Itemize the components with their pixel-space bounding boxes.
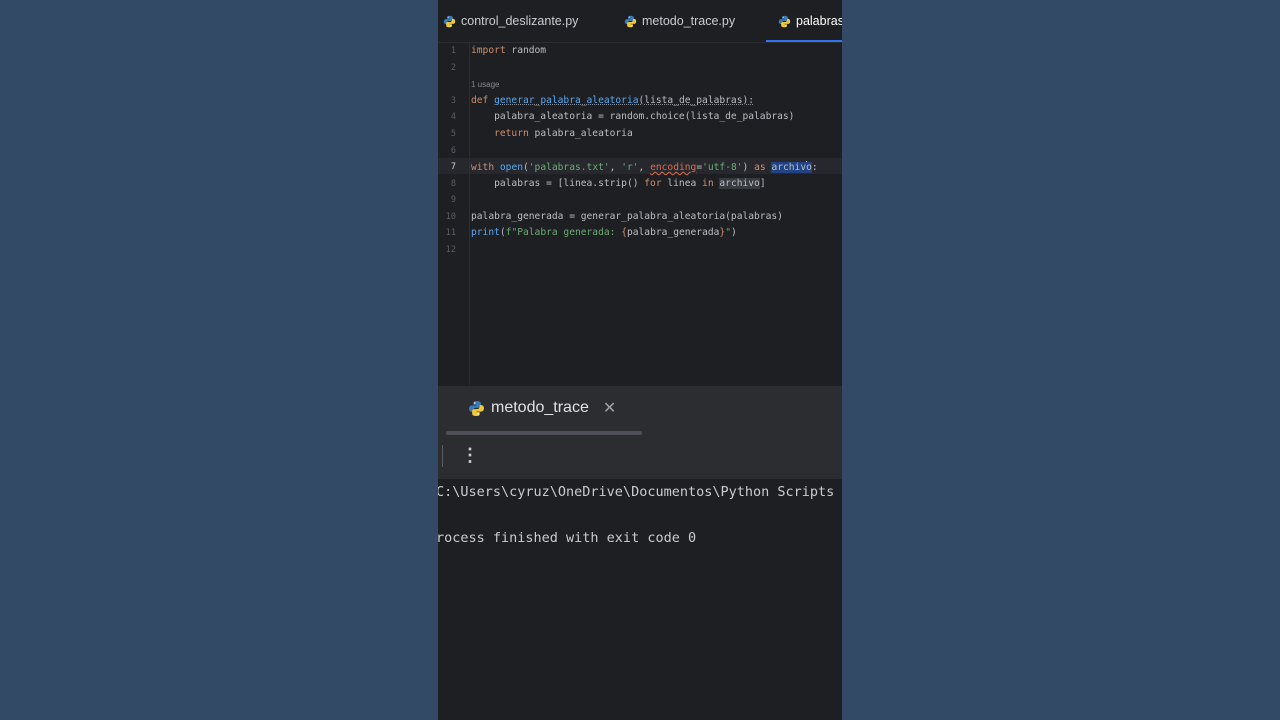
code-line-3: def generar_palabra_aleatoria(lista_de_p… xyxy=(471,95,754,106)
ide-window: control_deslizante.py metodo_trace.py pa… xyxy=(438,0,842,720)
line-number: 2 xyxy=(450,63,456,73)
run-tab-label: metodo_trace xyxy=(491,399,589,416)
code-text: ) xyxy=(730,227,737,238)
selected-variable: archiv xyxy=(771,162,807,173)
code-text: (lista_de_palabras): xyxy=(638,95,755,106)
run-panel: metodo_trace ✕ ⋮ C:\Users\cyruz\OneDrive… xyxy=(438,386,842,720)
variable-usage-highlight: archivo xyxy=(719,178,760,189)
python-icon xyxy=(443,15,456,28)
run-tab[interactable]: metodo_trace ✕ xyxy=(468,395,616,421)
keyword: in xyxy=(702,178,714,189)
python-icon xyxy=(624,15,637,28)
tab-control-deslizante[interactable]: control_deslizante.py xyxy=(443,0,578,42)
python-icon xyxy=(468,400,485,417)
line-number: 6 xyxy=(450,146,456,156)
tab-label: control_deslizante.py xyxy=(461,14,579,28)
builtin-function: print xyxy=(471,227,500,238)
code-line-10: palabra_generada = generar_palabra_aleat… xyxy=(471,211,783,222)
code-text: ] xyxy=(759,178,766,189)
gutter-divider xyxy=(469,43,470,385)
code-line-11: print(f"Palabra generada: {palabra_gener… xyxy=(471,227,737,238)
console-output-line: C:\Users\cyruz\OneDrive\Documentos\Pytho… xyxy=(438,484,835,500)
string-literal: f"Palabra generada: xyxy=(505,227,622,238)
console-output-line: rocess finished with exit code 0 xyxy=(438,530,697,546)
code-text: ) xyxy=(742,162,755,173)
keyword: def xyxy=(471,95,495,106)
line-number: 4 xyxy=(450,112,456,122)
string-literal: 'palabras.txt' xyxy=(528,162,610,173)
line-number: 12 xyxy=(445,245,456,255)
keyword: as xyxy=(754,162,766,173)
line-number: 1 xyxy=(450,46,456,56)
line-number: 9 xyxy=(450,195,456,205)
toolbar-divider xyxy=(442,445,443,467)
keyword: for xyxy=(644,178,662,189)
code-text: , xyxy=(638,162,651,173)
code-line-7: with open('palabras.txt', 'r', encoding=… xyxy=(471,161,818,173)
more-options-icon[interactable]: ⋮ xyxy=(461,445,479,466)
line-number: 8 xyxy=(450,179,456,189)
code-text: : xyxy=(811,162,818,173)
code-editor[interactable]: 1 2 3 4 5 6 7 8 9 10 11 12 import random… xyxy=(438,43,842,385)
string-literal: 'utf-8' xyxy=(702,162,743,173)
string-literal: 'r' xyxy=(621,162,639,173)
function-name: generar_palabra_aleatoria xyxy=(494,95,639,106)
line-number: 3 xyxy=(450,96,456,106)
code-text: palabra_aleatoria xyxy=(528,128,633,139)
line-number-current: 7 xyxy=(450,162,456,172)
run-panel-header: metodo_trace ✕ xyxy=(438,387,842,435)
tab-label: palabras xyxy=(796,14,842,28)
keyword: with xyxy=(471,162,500,173)
code-text: linea xyxy=(661,178,703,189)
builtin-function: open xyxy=(499,162,523,173)
code-text: palabra_generada xyxy=(626,227,720,238)
line-number: 5 xyxy=(450,129,456,139)
code-text: random xyxy=(505,45,547,56)
code-line-1: import random xyxy=(471,45,546,56)
keyword: import xyxy=(471,45,506,56)
code-text: , xyxy=(609,162,622,173)
tab-metodo-trace[interactable]: metodo_trace.py xyxy=(624,0,735,42)
tab-palabras[interactable]: palabras xyxy=(766,0,842,42)
line-number: 11 xyxy=(445,228,456,238)
usage-hint[interactable]: 1 usage xyxy=(471,80,499,89)
keyword: return xyxy=(494,128,529,139)
code-line-8: palabras = [linea.strip() for linea in a… xyxy=(471,178,766,189)
run-toolbar: ⋮ xyxy=(438,435,842,479)
code-line-4: palabra_aleatoria = random.choice(lista_… xyxy=(471,111,795,122)
line-number: 10 xyxy=(445,212,456,222)
close-icon[interactable]: ✕ xyxy=(603,398,616,418)
tab-label: metodo_trace.py xyxy=(642,14,736,28)
keyword-argument: encoding xyxy=(650,162,697,173)
editor-tab-bar: control_deslizante.py metodo_trace.py pa… xyxy=(438,0,842,43)
python-icon xyxy=(778,15,791,28)
code-text: palabras = [linea.strip() xyxy=(471,178,645,189)
code-line-5: return palabra_aleatoria xyxy=(471,128,633,139)
